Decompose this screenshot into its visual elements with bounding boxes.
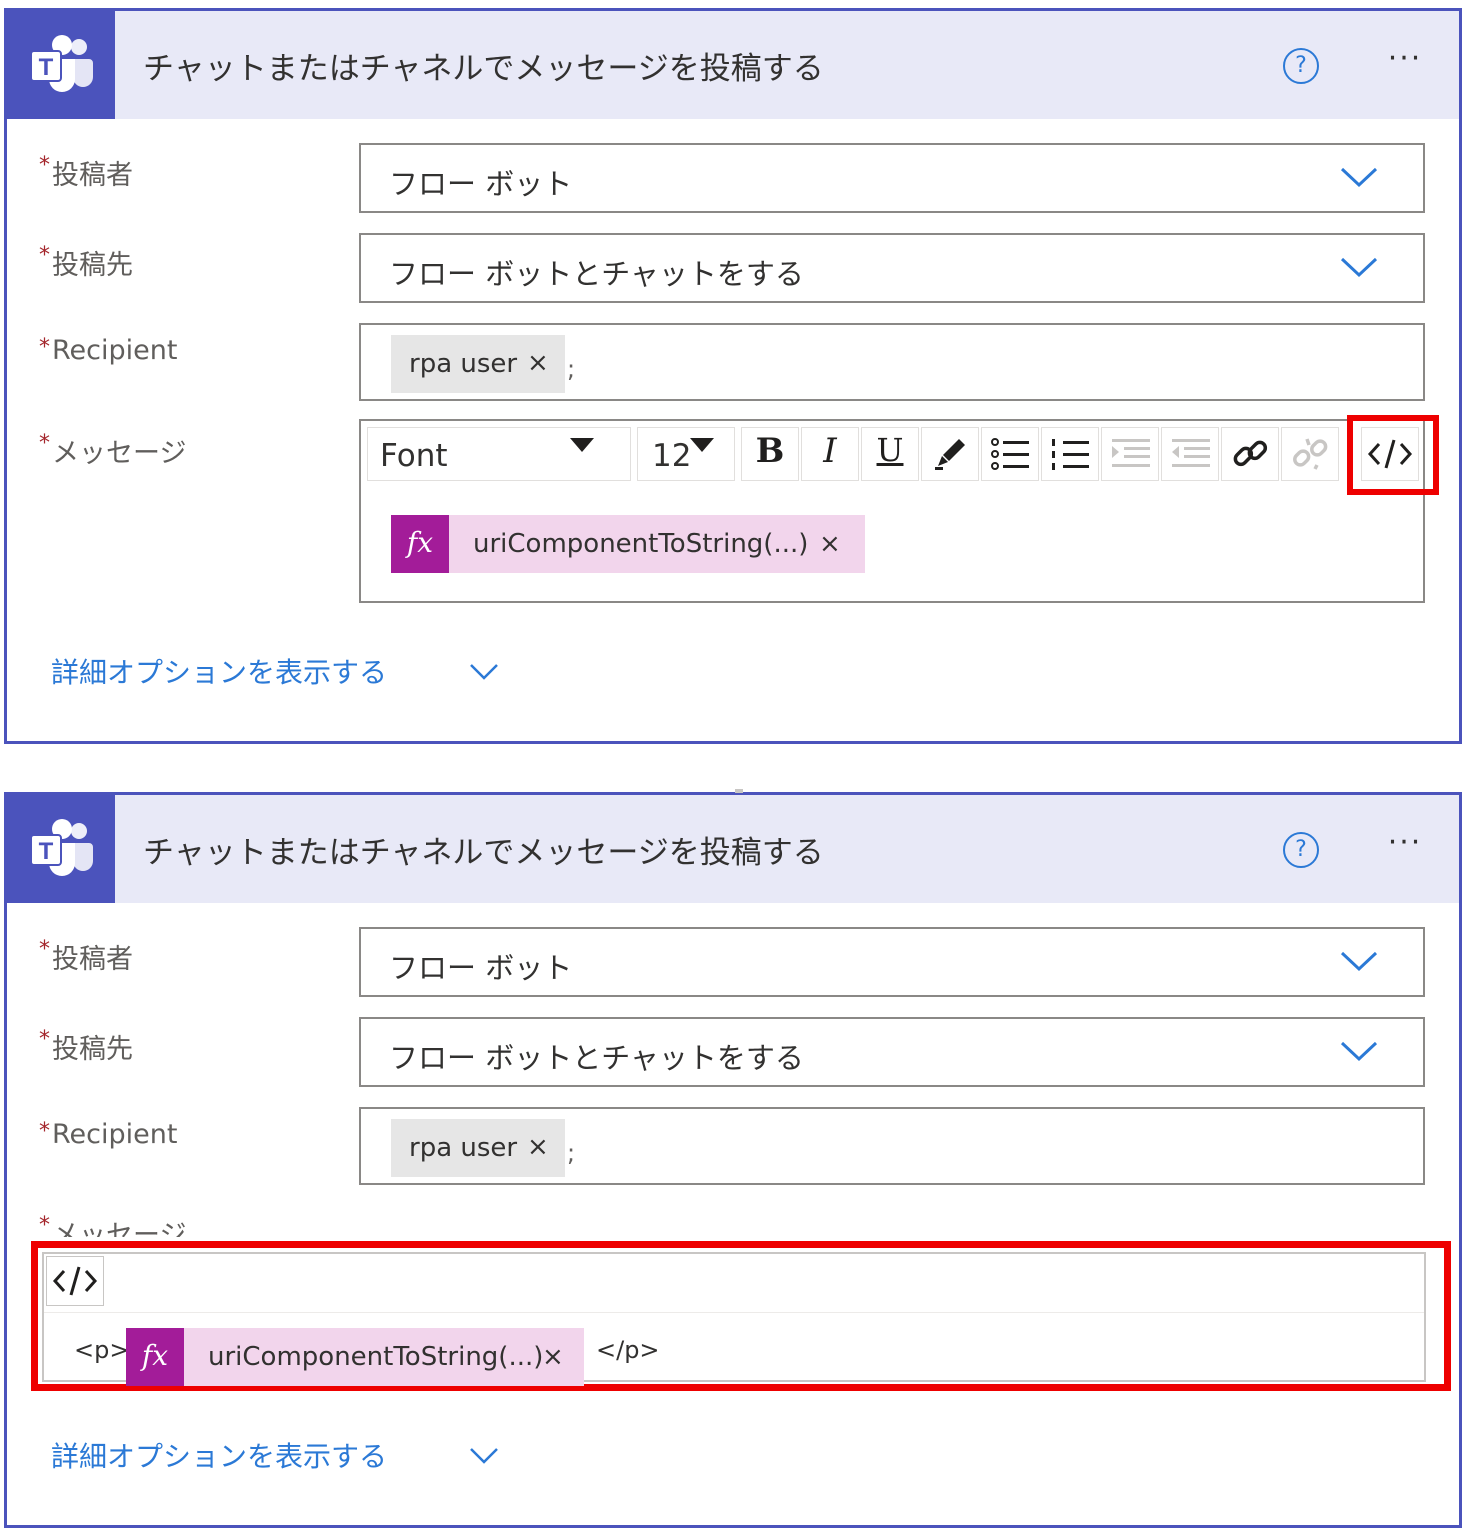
bulleted-list-button[interactable] <box>981 427 1039 481</box>
target-label: *投稿先 <box>39 1027 133 1065</box>
target-label: *投稿先 <box>39 243 133 281</box>
message-rich-editor[interactable]: Font 12 B I U fx uriComponentToString(..… <box>359 415 1439 603</box>
expression-token[interactable]: fx uriComponentToString(...) × <box>126 1328 584 1386</box>
remove-expression-icon[interactable]: × <box>542 1342 564 1372</box>
editor-toolbar: Font 12 B I U <box>367 415 1439 495</box>
recipient-input[interactable]: rpa user × ; <box>359 1107 1425 1185</box>
expression-token[interactable]: fx uriComponentToString(...) × <box>391 515 865 573</box>
remove-token-icon[interactable]: × <box>527 1132 549 1162</box>
code-view-icon <box>52 1266 98 1296</box>
pen-icon <box>935 439 965 470</box>
chevron-down-icon[interactable] <box>1339 949 1379 973</box>
more-options-button[interactable]: ··· <box>1377 41 1433 81</box>
font-size-select[interactable]: 12 <box>637 427 735 481</box>
poster-label: *投稿者 <box>39 153 133 191</box>
target-dropdown[interactable]: フロー ボットとチャットをする <box>359 233 1425 303</box>
html-close-tag: </p> <box>596 1336 660 1364</box>
code-editor-divider <box>44 1312 1424 1313</box>
chevron-down-icon[interactable] <box>1339 1039 1379 1063</box>
show-advanced-options-link[interactable]: 詳細オプションを表示する <box>51 1435 498 1475</box>
chevron-down-icon[interactable] <box>1339 165 1379 189</box>
unlink-icon <box>1293 438 1328 470</box>
expression-text: uriComponentToString(...) <box>208 1342 544 1372</box>
poster-value: フロー ボット <box>389 167 573 201</box>
numbered-list-icon <box>1052 439 1089 470</box>
message-label: *メッセージ <box>39 431 187 469</box>
svg-text:T: T <box>39 838 54 865</box>
target-value: フロー ボットとチャットをする <box>389 257 804 291</box>
indent-icon <box>1112 439 1150 467</box>
link-icon <box>1233 440 1268 467</box>
html-open-tag: <p> <box>74 1336 130 1364</box>
poster-dropdown[interactable]: フロー ボット <box>359 927 1425 997</box>
card-header[interactable]: T チャットまたはチャネルでメッセージを投稿する ? ··· <box>7 11 1459 119</box>
recipient-label: *Recipient <box>39 1119 178 1150</box>
italic-button[interactable]: I <box>801 427 859 481</box>
chevron-down-icon <box>470 1448 498 1464</box>
help-icon[interactable]: ? <box>1283 48 1319 84</box>
action-card-rich-editor: T チャットまたはチャネルでメッセージを投稿する ? ··· *投稿者 フロー … <box>4 8 1462 744</box>
code-view-highlight <box>1347 415 1439 495</box>
indent-button[interactable] <box>1101 427 1159 481</box>
fx-icon: fx <box>391 515 449 573</box>
message-code-editor[interactable]: <p> fx uriComponentToString(...) × </p> <box>42 1252 1426 1386</box>
message-label: *メッセージ <box>39 1213 187 1237</box>
chevron-down-icon <box>470 664 498 680</box>
expression-text: uriComponentToString(...) <box>473 529 809 559</box>
recipient-input[interactable]: rpa user × ; <box>359 323 1425 401</box>
highlight-pen-button[interactable] <box>921 427 979 481</box>
svg-text:T: T <box>39 54 54 81</box>
numbered-list-button[interactable] <box>1041 427 1099 481</box>
caret-down-icon <box>570 438 594 452</box>
poster-label: *投稿者 <box>39 937 133 975</box>
poster-dropdown[interactable]: フロー ボット <box>359 143 1425 213</box>
card-title: チャットまたはチャネルでメッセージを投稿する <box>143 835 824 871</box>
caret-down-icon <box>690 438 714 452</box>
bold-button[interactable]: B <box>741 427 799 481</box>
teams-logo-icon: T <box>7 11 115 119</box>
more-options-button[interactable]: ··· <box>1377 825 1433 865</box>
remove-token-icon[interactable]: × <box>527 348 549 378</box>
font-family-select[interactable]: Font <box>367 427 631 481</box>
action-card-code-view: T チャットまたはチャネルでメッセージを投稿する ? ··· *投稿者 フロー … <box>4 789 1462 1528</box>
fx-icon: fx <box>126 1328 184 1386</box>
target-dropdown[interactable]: フロー ボットとチャットをする <box>359 1017 1425 1087</box>
target-value: フロー ボットとチャットをする <box>389 1041 804 1075</box>
underline-button[interactable]: U <box>861 427 919 481</box>
card-title: チャットまたはチャネルでメッセージを投稿する <box>143 51 824 87</box>
outdent-icon <box>1172 439 1210 467</box>
chevron-down-icon[interactable] <box>1339 255 1379 279</box>
recipient-label: *Recipient <box>39 335 178 366</box>
connector-marker <box>735 789 743 793</box>
insert-link-button[interactable] <box>1221 427 1279 481</box>
help-icon[interactable]: ? <box>1283 832 1319 868</box>
code-view-highlight: <p> fx uriComponentToString(...) × </p> <box>31 1241 1451 1391</box>
card-header[interactable]: T チャットまたはチャネルでメッセージを投稿する ? ··· <box>7 795 1459 903</box>
recipient-separator: ; <box>567 355 576 383</box>
recipient-token[interactable]: rpa user × <box>391 1119 565 1177</box>
show-advanced-options-link[interactable]: 詳細オプションを表示する <box>51 651 498 691</box>
recipient-token[interactable]: rpa user × <box>391 335 565 393</box>
poster-value: フロー ボット <box>389 951 573 985</box>
bullet-list-icon <box>991 438 1029 470</box>
code-view-toggle-button[interactable] <box>46 1256 104 1306</box>
recipient-separator: ; <box>567 1139 576 1167</box>
remove-link-button[interactable] <box>1281 427 1339 481</box>
remove-expression-icon[interactable]: × <box>819 529 841 559</box>
outdent-button[interactable] <box>1161 427 1219 481</box>
teams-logo-icon: T <box>7 795 115 903</box>
